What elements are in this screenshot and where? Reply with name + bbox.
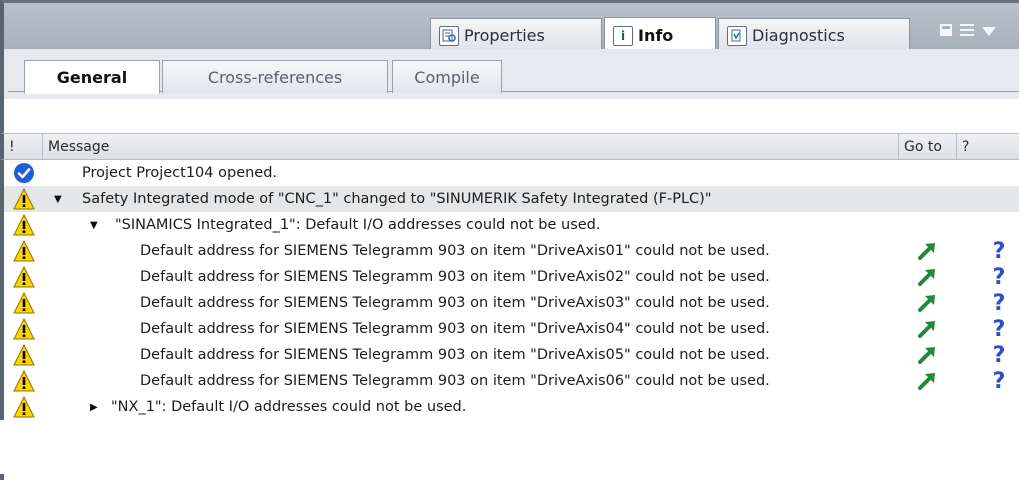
table-row[interactable]: Default address for SIEMENS Telegramm 90… (4, 316, 1019, 342)
tab-info[interactable]: i Info (604, 17, 716, 53)
tab-properties-label: Properties (464, 26, 545, 45)
column-help-label: ? (962, 138, 970, 155)
help-icon[interactable]: ? (989, 316, 1009, 342)
help-icon[interactable]: ? (989, 342, 1009, 368)
warning-icon (12, 187, 36, 211)
warning-icon (12, 213, 36, 237)
float-window-icon[interactable] (940, 24, 952, 36)
tab-compile[interactable]: Compile (392, 60, 502, 93)
message-text: Safety Integrated mode of "CNC_1" change… (82, 191, 712, 207)
message-text: Default address for SIEMENS Telegramm 90… (140, 373, 770, 389)
message-list: Project Project104 opened. ▼ Safety Inte… (0, 160, 1019, 420)
inspector-tab-bar: Properties i Info Diagnostics (0, 0, 1019, 53)
diagnostics-icon (727, 25, 747, 46)
message-text: "SINAMICS Integrated_1": Default I/O add… (115, 217, 601, 233)
collapse-caret-icon[interactable]: ▶ (90, 394, 98, 420)
message-text: Default address for SIEMENS Telegramm 90… (140, 295, 770, 311)
tab-general-label: General (56, 67, 128, 87)
table-row[interactable]: ▶ "NX_1": Default I/O addresses could no… (4, 394, 1019, 420)
goto-arrow-icon[interactable] (916, 319, 938, 339)
help-icon[interactable]: ? (989, 290, 1009, 316)
warning-icon (12, 369, 36, 393)
toolbar-area (0, 99, 1019, 133)
goto-arrow-icon[interactable] (916, 371, 938, 391)
column-status-label: ! (9, 138, 15, 155)
table-row[interactable]: Default address for SIEMENS Telegramm 90… (4, 264, 1019, 290)
warning-icon (12, 317, 36, 341)
goto-arrow-icon[interactable] (916, 293, 938, 313)
table-row[interactable]: Default address for SIEMENS Telegramm 90… (4, 342, 1019, 368)
tab-properties[interactable]: Properties (430, 18, 602, 52)
table-row[interactable]: ▼ Safety Integrated mode of "CNC_1" chan… (4, 186, 1019, 212)
column-help[interactable]: ? (957, 134, 1019, 159)
help-icon[interactable]: ? (989, 368, 1009, 394)
info-icon: i (613, 25, 633, 46)
column-goto-label: Go to (904, 138, 942, 155)
table-row[interactable]: Default address for SIEMENS Telegramm 90… (4, 290, 1019, 316)
window-controls (940, 20, 996, 40)
warning-icon (12, 291, 36, 315)
warning-icon (12, 343, 36, 367)
message-table-header: ! Message Go to ? (0, 133, 1019, 160)
list-icon[interactable] (960, 24, 974, 36)
help-icon[interactable]: ? (989, 238, 1009, 264)
tab-cross-references[interactable]: Cross-references (162, 60, 388, 93)
panel-bottom (0, 474, 1019, 480)
column-message[interactable]: Message (43, 134, 899, 159)
tab-diagnostics-label: Diagnostics (752, 26, 845, 45)
goto-arrow-icon[interactable] (916, 267, 938, 287)
goto-arrow-icon[interactable] (916, 345, 938, 365)
message-text: Default address for SIEMENS Telegramm 90… (140, 347, 770, 363)
message-text: Project Project104 opened. (82, 165, 278, 181)
message-text: Default address for SIEMENS Telegramm 90… (140, 269, 770, 285)
table-row[interactable]: Project Project104 opened. (4, 160, 1019, 186)
success-check-icon (12, 161, 36, 185)
properties-icon (439, 25, 459, 46)
expand-caret-icon[interactable]: ▼ (90, 212, 98, 238)
table-row[interactable]: Default address for SIEMENS Telegramm 90… (4, 368, 1019, 394)
tab-general[interactable]: General (24, 60, 160, 94)
message-text: Default address for SIEMENS Telegramm 90… (140, 321, 770, 337)
expand-caret-icon[interactable]: ▼ (54, 186, 62, 212)
tab-cross-references-label: Cross-references (207, 67, 343, 87)
message-text: "NX_1": Default I/O addresses could not … (111, 399, 467, 415)
info-subtab-bar: General Cross-references Compile (0, 49, 1019, 99)
warning-icon (12, 395, 36, 419)
goto-arrow-icon[interactable] (916, 241, 938, 261)
chevron-down-icon[interactable] (982, 26, 996, 36)
help-icon[interactable]: ? (989, 264, 1009, 290)
tab-diagnostics[interactable]: Diagnostics (718, 18, 910, 52)
tab-compile-label: Compile (414, 67, 480, 87)
tab-info-label: Info (638, 26, 674, 45)
table-row[interactable]: ▼ "SINAMICS Integrated_1": Default I/O a… (4, 212, 1019, 238)
warning-icon (12, 239, 36, 263)
message-text: Default address for SIEMENS Telegramm 90… (140, 243, 770, 259)
table-row[interactable]: Default address for SIEMENS Telegramm 90… (4, 238, 1019, 264)
column-status[interactable]: ! (4, 134, 43, 159)
column-goto[interactable]: Go to (899, 134, 957, 159)
warning-icon (12, 265, 36, 289)
column-message-label: Message (48, 138, 110, 155)
